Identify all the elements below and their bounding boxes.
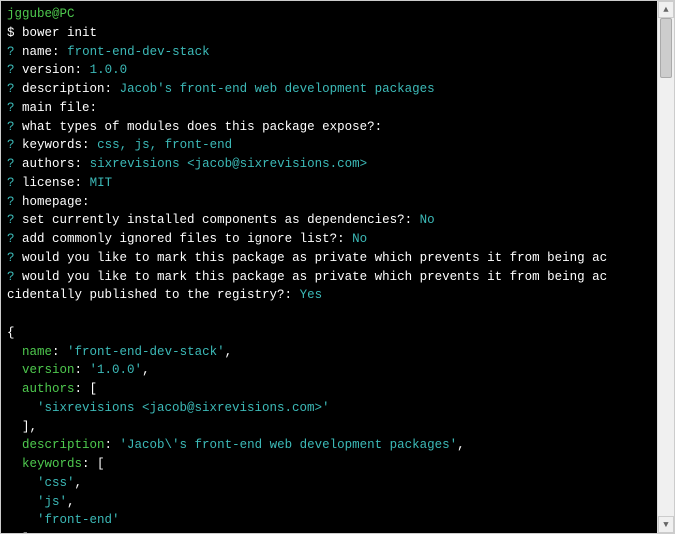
q-keywords-label: keywords: <box>22 138 90 152</box>
q-license-value: MIT <box>90 176 113 190</box>
scroll-down-button[interactable]: ▼ <box>658 516 674 533</box>
q-authors-label: authors: <box>22 157 82 171</box>
q-homepage-label: homepage: <box>22 195 90 209</box>
q-main-label: main file: <box>22 101 97 115</box>
terminal-window: jggube@PC $ bower init? name: front-end-d… <box>0 0 675 534</box>
q-private-cont: cidentally published to the registry?: <box>7 288 292 302</box>
json-kw1: 'css' <box>37 476 75 490</box>
q-types-label: what types of modules does this package … <box>22 120 382 134</box>
q-version-value: 1.0.0 <box>90 63 128 77</box>
json-name-val: 'front-end-dev-stack' <box>67 345 225 359</box>
q-ignore-label: add commonly ignored files to ignore lis… <box>22 232 345 246</box>
json-desc-key: description <box>22 438 105 452</box>
json-desc-val: 'Jacob\'s front-end web development pack… <box>120 438 458 452</box>
json-authors-key: authors <box>22 382 75 396</box>
json-kw2: 'js' <box>37 495 67 509</box>
question-mark: ? <box>7 45 15 59</box>
q-desc-value: Jacob's front-end web development packag… <box>120 82 435 96</box>
q-deps-label: set currently installed components as de… <box>22 213 412 227</box>
q-license-label: license: <box>22 176 82 190</box>
q-private1-label: would you like to mark this package as p… <box>22 251 607 265</box>
json-kw3: 'front-end' <box>37 513 120 527</box>
terminal-content[interactable]: jggube@PC $ bower init? name: front-end-d… <box>1 1 657 533</box>
json-author-item: 'sixrevisions <jacob@sixrevisions.com>' <box>37 401 330 415</box>
q-keywords-value: css, js, front-end <box>97 138 232 152</box>
q-version-label: version: <box>22 63 82 77</box>
q-private2-label: would you like to mark this package as p… <box>22 270 607 284</box>
json-version-key: version <box>22 363 75 377</box>
scrollbar[interactable]: ▲ ▼ <box>657 1 674 533</box>
q-name-label: name: <box>22 45 60 59</box>
json-open: { <box>7 324 651 343</box>
q-authors-value: sixrevisions <jacob@sixrevisions.com> <box>90 157 368 171</box>
command: $ bower init <box>7 24 651 43</box>
q-private-value: Yes <box>300 288 323 302</box>
q-deps-value: No <box>420 213 435 227</box>
json-version-val: '1.0.0' <box>90 363 143 377</box>
scroll-track[interactable] <box>658 18 674 516</box>
json-keywords-key: keywords <box>22 457 82 471</box>
q-name-value: front-end-dev-stack <box>67 45 210 59</box>
json-name-key: name <box>22 345 52 359</box>
scroll-up-button[interactable]: ▲ <box>658 1 674 18</box>
user-host: jggube@PC <box>7 7 75 21</box>
q-desc-label: description: <box>22 82 112 96</box>
q-ignore-value: No <box>352 232 367 246</box>
scroll-thumb[interactable] <box>660 18 672 78</box>
